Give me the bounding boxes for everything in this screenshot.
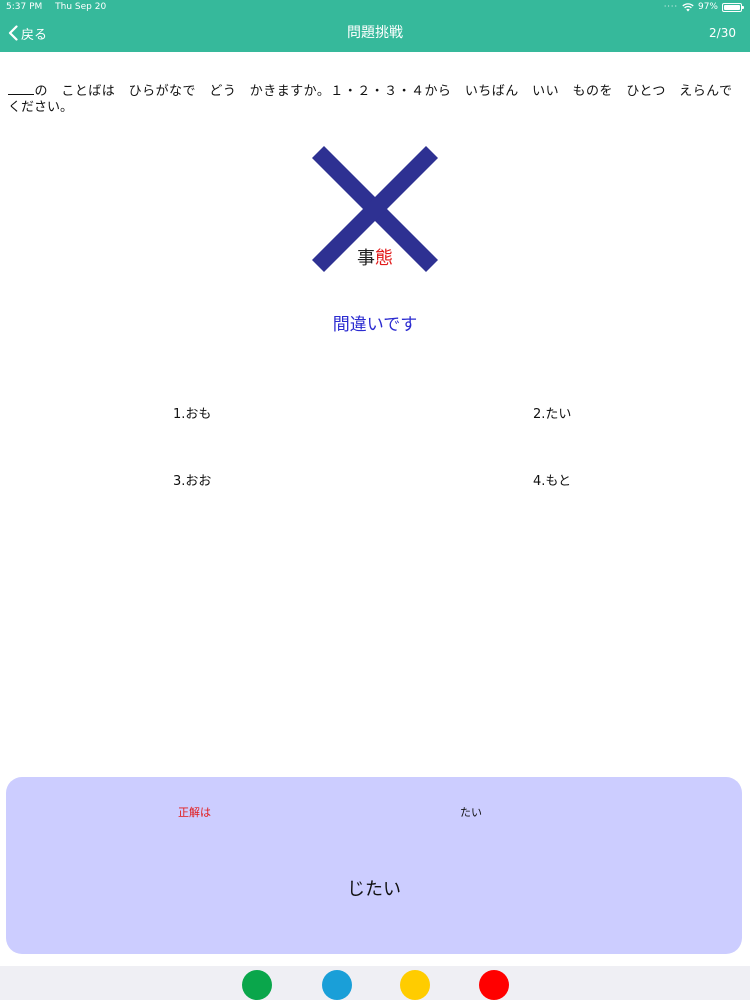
correct-answer-reading: じたい (347, 879, 401, 900)
wifi-icon (682, 2, 694, 11)
battery-fill (724, 4, 740, 10)
result-message: 間違いです (332, 315, 418, 335)
signal-dots-icon: ···· (663, 2, 678, 11)
status-time-date: 5:37 PM Thu Sep 20 (6, 0, 106, 14)
choice-1[interactable]: 1.おも (173, 403, 211, 422)
question-body: の ことばは ひらがなで どう かきますか。１・２・３・４から いちばん いい … (8, 84, 746, 115)
target-word: 事態 (300, 244, 450, 270)
status-bar: 5:37 PM Thu Sep 20 ···· 97% (0, 0, 750, 14)
color-dot-blue[interactable] (322, 970, 352, 1000)
back-label: 戻る (21, 27, 48, 43)
back-button[interactable]: 戻る (8, 14, 47, 52)
status-time: 5:37 PM (6, 2, 43, 12)
battery-icon (722, 2, 744, 12)
bottom-bar (0, 966, 750, 1000)
choice-3[interactable]: 3.おお (173, 470, 211, 489)
answer-panel: 正解は たい じたい (6, 777, 742, 954)
page-title: 問題挑戦 (347, 25, 403, 41)
word-highlight: 態 (375, 248, 393, 269)
battery-percent: 97% (697, 2, 718, 12)
nav-bar: 問題挑戦 戻る 2/30 (0, 14, 750, 52)
choice-4[interactable]: 4.もと (533, 470, 571, 489)
color-dot-green[interactable] (242, 970, 272, 1000)
question-text: の ことばは ひらがなで どう かきますか。１・２・３・４から いちばん いい … (8, 84, 745, 116)
status-date: Thu Sep 20 (55, 2, 107, 12)
progress-counter: 2/30 (709, 26, 736, 40)
status-indicators: ···· 97% (663, 0, 744, 14)
correct-answer-label: 正解は (178, 806, 211, 819)
correct-answer-part: たい (460, 806, 482, 819)
color-dot-red[interactable] (479, 970, 509, 1000)
word-prefix: 事 (357, 248, 375, 269)
blank-underline (8, 84, 34, 95)
choice-2[interactable]: 2.たい (533, 403, 571, 422)
chevron-left-icon (8, 25, 18, 41)
color-dot-yellow[interactable] (400, 970, 430, 1000)
